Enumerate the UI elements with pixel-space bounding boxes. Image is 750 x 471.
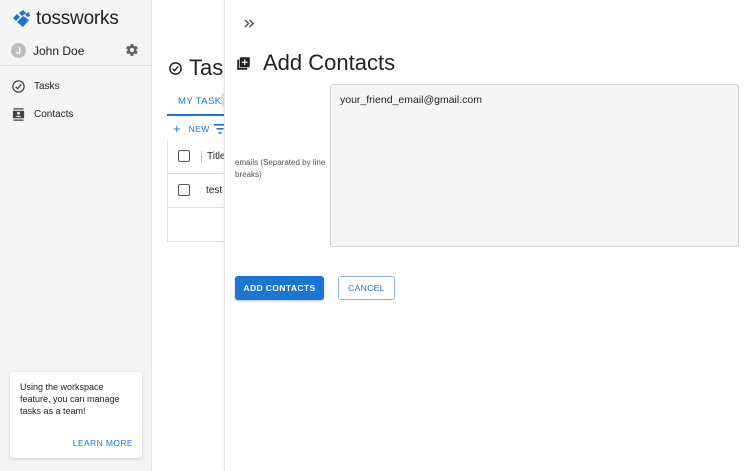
add-box-icon — [237, 56, 250, 70]
page-title-text: Tas — [189, 55, 224, 80]
learn-more-link[interactable]: LEARN MORE — [73, 438, 133, 448]
workspace-promo-card: Using the workspace feature, you can man… — [10, 372, 142, 458]
table-row[interactable]: test — [168, 174, 226, 208]
gear-icon[interactable] — [125, 43, 139, 57]
drawer-title-text: Add Contacts — [263, 50, 396, 75]
promo-text: Using the workspace feature, you can man… — [20, 382, 120, 416]
sidebar-item-label: Tasks — [34, 80, 60, 92]
sidebar-nav: Tasks Contacts — [0, 72, 152, 128]
column-divider — [201, 151, 202, 163]
sidebar-item-tasks[interactable]: Tasks — [0, 72, 152, 100]
brand-logo[interactable]: tossworks — [11, 8, 119, 30]
double-chevron-right-icon[interactable] — [243, 17, 256, 30]
new-task-label: NEW — [188, 123, 210, 134]
tab-my-task[interactable]: MY TASK — [167, 88, 227, 116]
select-all-checkbox[interactable] — [178, 150, 190, 162]
brand-name: tossworks — [36, 8, 119, 29]
plus-icon: + — [173, 121, 181, 136]
contacts-icon — [12, 107, 25, 121]
sidebar: tossworks J John Doe Tasks Contacts Usin… — [0, 0, 152, 471]
column-header-title: Title — [207, 151, 226, 162]
sidebar-item-contacts[interactable]: Contacts — [0, 100, 152, 128]
check-circle-icon — [169, 61, 182, 75]
user-name: John Doe — [33, 43, 85, 58]
cancel-button[interactable]: CANCEL — [338, 276, 395, 300]
sidebar-item-label: Contacts — [34, 108, 74, 120]
row-checkbox[interactable] — [178, 184, 190, 196]
task-table: Title test — [167, 140, 227, 242]
page-title: Tas — [168, 55, 223, 81]
user-profile[interactable]: J John Doe — [0, 36, 152, 66]
task-title: test — [206, 185, 223, 196]
add-contacts-button[interactable]: ADD CONTACTS — [235, 276, 324, 300]
tab-label: MY TASK — [178, 96, 222, 107]
tossworks-logo-icon — [13, 10, 30, 27]
add-contacts-drawer: Add Contacts emails (Separated by line b… — [224, 0, 750, 471]
table-header: Title — [168, 140, 226, 174]
check-circle-icon — [12, 79, 25, 93]
drawer-title: Add Contacts — [236, 50, 395, 76]
new-task-button[interactable]: + NEW — [173, 121, 210, 136]
emails-field-label: emails (Separated by line breaks) — [235, 158, 326, 179]
avatar: J — [11, 43, 26, 58]
emails-input[interactable]: your_friend_email@gmail.com — [330, 84, 739, 247]
